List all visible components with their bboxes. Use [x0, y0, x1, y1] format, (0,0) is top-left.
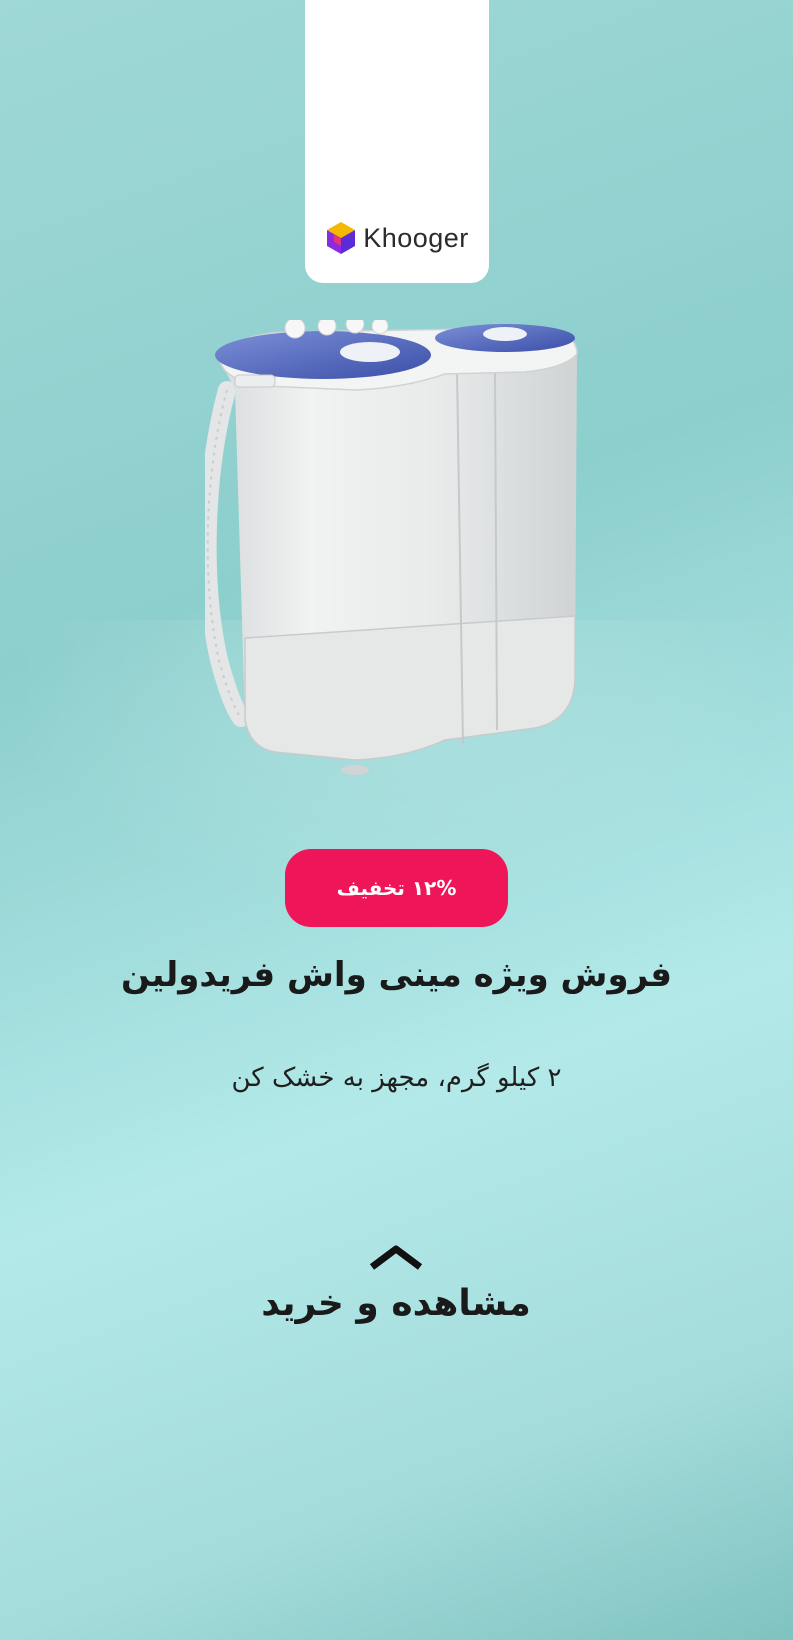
discount-label: ۱۲% تخفیف — [336, 876, 457, 900]
product-headline: فروش ویژه مینی واش فریدولین — [120, 955, 673, 995]
chevron-up-icon — [370, 1245, 422, 1270]
brand-logo[interactable]: Khooger — [325, 221, 469, 255]
discount-badge: ۱۲% تخفیف — [285, 849, 508, 927]
product-subline: ۲ کیلو گرم، مجهز به خشک کن — [231, 1063, 562, 1093]
story-ad: Khooger ۱۲% تخفیف فروش ویژه مینی واش فری… — [0, 0, 793, 1640]
washing-machine-image[interactable] — [205, 320, 595, 800]
cta-label: مشاهده و خرید — [261, 1283, 531, 1324]
brand-name: Khooger — [363, 222, 469, 253]
view-and-buy-button[interactable]: مشاهده و خرید — [246, 1245, 546, 1345]
brand-tab: Khooger — [305, 0, 489, 283]
khooger-logo-icon — [327, 222, 356, 254]
